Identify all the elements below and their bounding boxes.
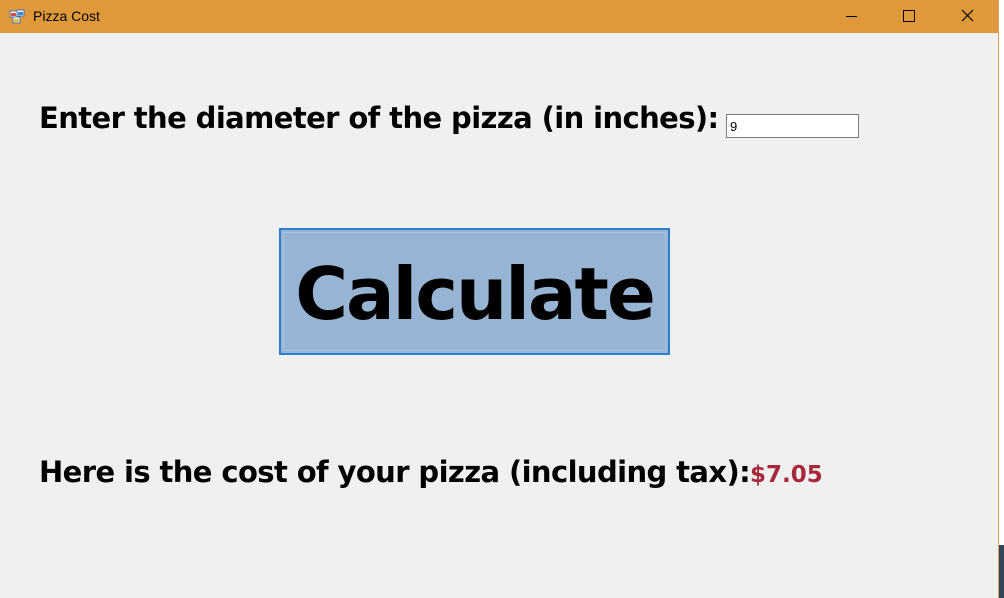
- title-bar[interactable]: Pizza Cost: [0, 0, 998, 33]
- desktop-background: [999, 545, 1004, 598]
- cost-value: $7.05: [750, 462, 823, 488]
- app-window: Pizza Cost Enter the diameter of the piz…: [0, 0, 998, 598]
- window-title: Pizza Cost: [33, 8, 100, 24]
- app-icon: [9, 8, 25, 24]
- calculate-button-label: Calculate: [295, 252, 656, 336]
- cost-label: Here is the cost of your pizza (includin…: [39, 455, 751, 489]
- close-button[interactable]: [938, 0, 996, 33]
- maximize-button[interactable]: [880, 0, 938, 33]
- window-border: [998, 0, 1004, 598]
- diameter-input[interactable]: [726, 114, 859, 138]
- calculate-button[interactable]: Calculate: [279, 228, 670, 355]
- minimize-button[interactable]: [822, 0, 880, 33]
- diameter-label: Enter the diameter of the pizza (in inch…: [39, 101, 719, 135]
